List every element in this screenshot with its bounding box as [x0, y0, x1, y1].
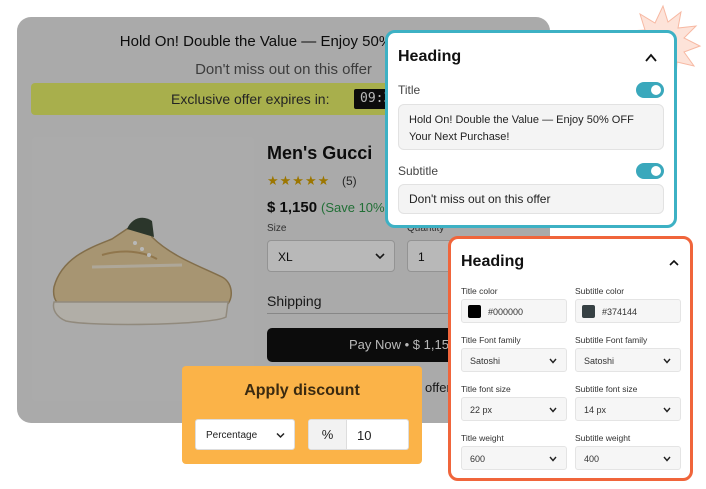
discount-amount-value: 10 [357, 428, 372, 443]
subtitle-color-picker[interactable]: #374144 [575, 299, 681, 323]
subtitle-color-label: Subtitle color [575, 286, 625, 296]
size-value: XL [278, 250, 293, 264]
subtitle-size-select[interactable]: 14 px [575, 397, 681, 421]
shipping-label: Shipping [267, 293, 322, 309]
percent-unit: % [309, 420, 347, 449]
subtitle-font-select[interactable]: Satoshi [575, 348, 681, 372]
subtitle-input[interactable]: Don't miss out on this offer [398, 184, 664, 214]
offer-text: offer [425, 380, 451, 395]
discount-type-value: Percentage [206, 430, 258, 441]
title-size-select[interactable]: 22 px [461, 397, 567, 421]
product-image [32, 137, 254, 401]
toggle-knob [651, 166, 661, 176]
title-input[interactable]: Hold On! Double the Value — Enjoy 50% OF… [398, 104, 664, 150]
subtitle-toggle[interactable] [636, 163, 664, 179]
size-select[interactable]: XL [267, 240, 395, 272]
rating-stars: ★★★★★ [267, 173, 331, 188]
save-badge: (Save 10% [321, 200, 385, 215]
subtitle-weight-value: 400 [584, 454, 600, 464]
title-color-picker[interactable]: #000000 [461, 299, 567, 323]
chevron-down-icon [375, 253, 385, 260]
title-color-label: Title color [461, 286, 498, 296]
title-weight-label: Title weight [461, 433, 504, 443]
subtitle-size-label: Subtitle font size [575, 384, 638, 394]
title-color-value: #000000 [488, 307, 524, 317]
rating-count: (5) [342, 174, 357, 188]
chevron-down-icon [549, 358, 557, 364]
subtitle-color-value: #374144 [602, 307, 638, 317]
discount-title: Apply discount [244, 382, 360, 399]
color-swatch [582, 305, 595, 318]
toggle-knob [651, 85, 661, 95]
title-weight-select[interactable]: 600 [461, 446, 567, 470]
discount-amount-field[interactable]: % 10 [308, 419, 409, 450]
product-name: Men's Gucci [267, 143, 373, 163]
title-font-value: Satoshi [470, 356, 501, 366]
subtitle-font-label: Subtitle Font family [575, 335, 648, 345]
chevron-up-icon[interactable] [668, 257, 680, 269]
subtitle-weight-select[interactable]: 400 [575, 446, 681, 470]
title-toggle[interactable] [636, 82, 664, 98]
panel-title: Heading [398, 48, 462, 65]
chevron-up-icon[interactable] [644, 51, 658, 65]
title-font-select[interactable]: Satoshi [461, 348, 567, 372]
sneaker-image [52, 217, 232, 326]
chevron-down-icon [276, 432, 285, 439]
discount-type-select[interactable]: Percentage [195, 419, 295, 450]
chevron-down-icon [549, 456, 557, 462]
size-label: Size [267, 223, 287, 234]
heading-content-panel: Heading Title Hold On! Double the Value … [385, 30, 677, 228]
subtitle-size-value: 14 px [584, 405, 607, 415]
title-weight-value: 600 [470, 454, 486, 464]
subtitle-weight-label: Subtitle weight [575, 433, 631, 443]
countdown-label: Exclusive offer expires in: [171, 91, 330, 107]
subtitle-font-value: Satoshi [584, 356, 615, 366]
quantity-value: 1 [418, 250, 425, 264]
title-font-label: Title Font family [461, 335, 521, 345]
title-size-value: 22 px [470, 405, 493, 415]
title-size-label: Title font size [461, 384, 511, 394]
product-price: $ 1,150 [267, 199, 318, 216]
chevron-down-icon [663, 407, 671, 413]
color-swatch [468, 305, 481, 318]
chevron-down-icon [663, 358, 671, 364]
panel-title: Heading [461, 253, 525, 270]
title-label: Title [398, 83, 421, 97]
chevron-down-icon [549, 407, 557, 413]
apply-discount-panel: Apply discount Percentage % 10 [182, 366, 422, 464]
chevron-down-icon [663, 456, 671, 462]
subtitle-label: Subtitle [398, 164, 439, 178]
heading-style-panel: Heading Title color Subtitle color #0000… [448, 236, 693, 481]
